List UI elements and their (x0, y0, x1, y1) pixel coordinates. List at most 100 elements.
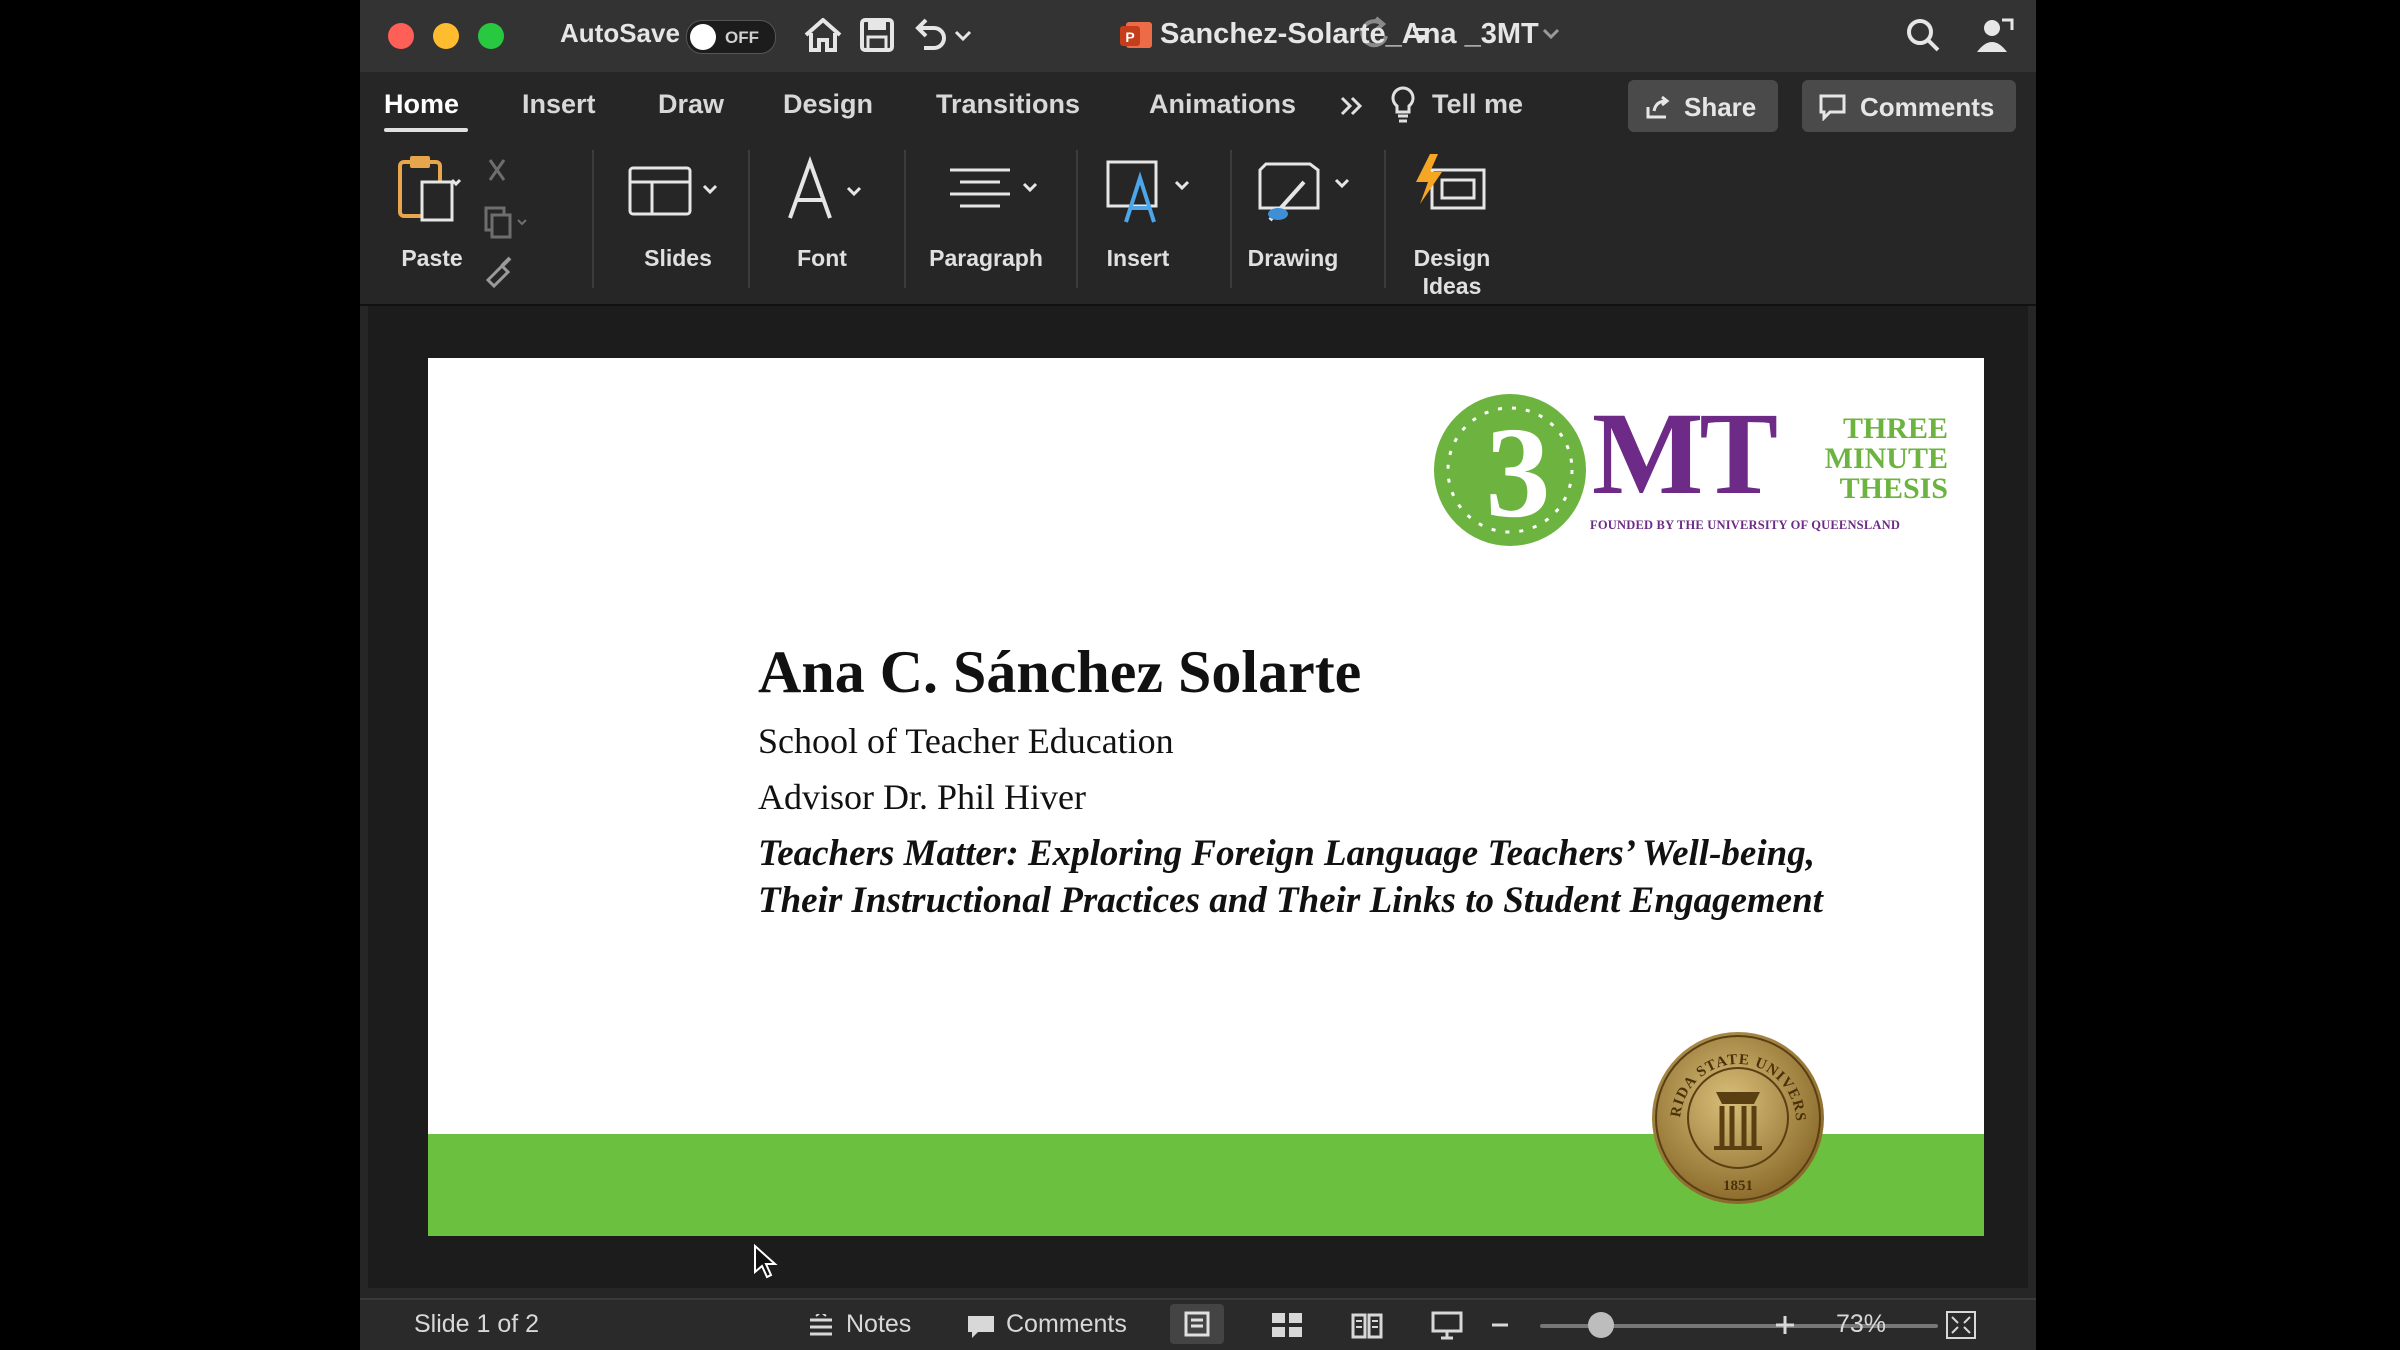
autosave-state: OFF (725, 28, 759, 47)
autosave-toggle[interactable]: OFF (686, 20, 776, 54)
save-icon[interactable] (854, 12, 900, 58)
tab-insert[interactable]: Insert (522, 89, 596, 120)
reading-view-icon[interactable] (1350, 1310, 1384, 1340)
logo-mark-mt: MT (1592, 388, 1778, 519)
logo-line-thesis: THESIS (1839, 472, 1948, 505)
zoom-out-icon[interactable] (1488, 1310, 1512, 1340)
ribbon: Paste Slides Font Paragraph Insert Drawi… (360, 142, 2036, 306)
advisor-name[interactable]: Advisor Dr. Phil Hiver (758, 776, 1086, 818)
tab-home[interactable]: Home (384, 89, 459, 120)
paragraph-group[interactable]: Paragraph (916, 150, 1076, 300)
svg-text:P: P (1125, 29, 1134, 45)
drawing-label: Drawing (1247, 245, 1339, 271)
minimize-button[interactable] (433, 23, 459, 49)
account-icon[interactable] (1972, 12, 2018, 58)
font-group[interactable]: Font (760, 150, 910, 300)
share-icon (1646, 95, 1670, 119)
clipboard-icon (398, 156, 462, 222)
paste-group[interactable]: Paste (384, 150, 527, 300)
3mt-clock-icon: 3 (1434, 394, 1586, 546)
lightbulb-icon[interactable] (1388, 84, 1418, 126)
normal-view-icon (1184, 1311, 1210, 1337)
svg-text:3: 3 (1486, 401, 1551, 545)
thesis-title[interactable]: Teachers Matter: Exploring Foreign Langu… (758, 830, 1838, 924)
slide-editor-canvas[interactable]: 3 MT THREE MINUTE THESIS FOUNDED BY THE … (368, 306, 2028, 1288)
slide-layout-icon (628, 166, 718, 216)
slide-counter: Slide 1 of 2 (414, 1310, 540, 1338)
comments-button[interactable]: Comments (1802, 80, 2016, 132)
toggle-knob (690, 24, 716, 50)
slide-show-icon[interactable] (1430, 1310, 1464, 1340)
cut-icon[interactable] (482, 156, 512, 186)
status-comments-button[interactable]: Comments (966, 1300, 1156, 1350)
logo-founded-text: FOUNDED BY THE UNIVERSITY OF QUEENSLAND (1590, 518, 1901, 532)
tab-draw[interactable]: Draw (658, 89, 724, 120)
ribbon-separator (592, 150, 594, 288)
title-bar: AutoSave OFF P Sanchez-Solarte_Ana _3MT (360, 0, 2036, 72)
ribbon-separator (1076, 150, 1078, 288)
ribbon-separator (904, 150, 906, 288)
three-minute-thesis-logo: 3 MT THREE MINUTE THESIS FOUNDED BY THE … (1428, 388, 1948, 558)
comment-icon (1819, 94, 1846, 121)
undo-icon[interactable] (906, 12, 952, 58)
comments-label: Comments (1006, 1310, 1127, 1338)
format-painter-icon[interactable] (482, 254, 516, 288)
document-title[interactable]: Sanchez-Solarte_Ana _3MT (1160, 18, 1539, 51)
more-tabs-icon[interactable] (1336, 90, 1368, 122)
ribbon-separator (748, 150, 750, 288)
zoom-slider-thumb[interactable] (1587, 1312, 1614, 1338)
tab-animations[interactable]: Animations (1149, 89, 1296, 120)
notes-icon (810, 1314, 832, 1336)
slide-sorter-icon[interactable] (1270, 1310, 1304, 1340)
status-bar: Slide 1 of 2 Notes Comments 73% (360, 1298, 2036, 1350)
mouse-pointer-icon (754, 1244, 778, 1279)
notes-button[interactable]: Notes (806, 1300, 946, 1350)
school-name[interactable]: School of Teacher Education (758, 720, 1174, 762)
presenter-name[interactable]: Ana C. Sánchez Solarte (758, 638, 1361, 707)
powerpoint-window: AutoSave OFF P Sanchez-Solarte_Ana _3MT … (360, 0, 2036, 1350)
drawing-icon (1258, 162, 1350, 222)
share-button[interactable]: Share (1628, 80, 1778, 132)
maximize-button[interactable] (478, 23, 504, 49)
design-ideas-label: Design Ideas (1413, 245, 1491, 299)
tab-design[interactable]: Design (783, 89, 873, 120)
search-icon[interactable] (1900, 12, 1946, 58)
normal-view-button[interactable] (1170, 1304, 1224, 1344)
powerpoint-icon: P (1120, 22, 1152, 48)
home-icon[interactable] (800, 12, 846, 58)
slide[interactable]: 3 MT THREE MINUTE THESIS FOUNDED BY THE … (428, 358, 1984, 1236)
paragraph-icon (950, 168, 1038, 208)
svg-text:1851: 1851 (1723, 1178, 1753, 1194)
insert-text-box-icon (1106, 160, 1190, 223)
comments-label: Comments (1860, 92, 1995, 122)
fit-to-window-icon[interactable] (1944, 1310, 1978, 1340)
drawing-group[interactable]: Drawing (1240, 150, 1380, 300)
design-ideas-group[interactable]: Design Ideas (1396, 150, 1516, 300)
logo-line-three: THREE (1842, 412, 1948, 445)
slides-group[interactable]: Slides (610, 150, 746, 300)
paste-label: Paste (401, 245, 463, 271)
zoom-percent[interactable]: 73% (1836, 1310, 1886, 1339)
undo-dropdown-icon[interactable] (950, 12, 976, 58)
ribbon-separator (1230, 150, 1232, 288)
ribbon-separator (1384, 150, 1386, 288)
paragraph-label: Paragraph (929, 245, 1043, 271)
tell-me-search[interactable]: Tell me (1432, 89, 1523, 120)
comment-icon (968, 1316, 994, 1338)
chevron-down-icon[interactable] (1540, 22, 1562, 44)
font-icon (788, 156, 862, 219)
zoom-in-icon[interactable] (1772, 1310, 1798, 1340)
active-tab-indicator (384, 128, 468, 132)
share-label: Share (1684, 92, 1757, 122)
copy-icon[interactable] (482, 206, 530, 240)
logo-line-minute: MINUTE (1824, 442, 1948, 475)
close-button[interactable] (388, 23, 414, 49)
design-ideas-icon (1416, 154, 1486, 210)
autosave-label: AutoSave (560, 18, 680, 48)
tab-transitions[interactable]: Transitions (936, 89, 1080, 120)
insert-group[interactable]: Insert (1088, 150, 1228, 300)
notes-label: Notes (846, 1310, 912, 1338)
insert-label: Insert (1106, 245, 1170, 271)
florida-state-university-seal: FLORIDA STATE UNIVERSITY 1851 (1650, 1030, 1824, 1204)
font-label: Font (797, 245, 847, 271)
